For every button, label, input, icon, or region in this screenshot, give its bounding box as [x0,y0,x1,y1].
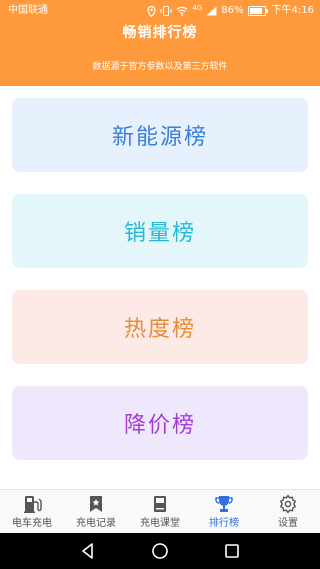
carrier-label: 中国联通 [8,5,48,16]
ev-charger-icon [24,496,42,513]
location-icon [147,5,157,17]
bookmark-star-icon [90,496,102,512]
tab-ev-charging[interactable]: 电车充电 [0,490,64,534]
book-icon [154,496,166,512]
tab-settings[interactable]: 设置 [256,490,320,534]
signal-icon [206,6,217,16]
wifi-icon [176,6,188,16]
new-energy-ranking-card[interactable]: 新能源榜 [12,98,308,172]
network-type-label: 4G [192,4,203,12]
card-label: 销量榜 [123,221,196,246]
gear-icon [280,494,296,514]
card-label: 新能源榜 [111,125,208,150]
sales-ranking-card[interactable]: 销量榜 [12,194,308,268]
bottom-tab-bar: 电车充电 充电记录 充电课堂 排行榜 设置 [0,489,320,534]
battery-fill [249,8,262,14]
vibrate-icon [160,6,172,16]
home-icon[interactable] [150,541,170,561]
card-label: 降价榜 [123,413,196,438]
popularity-ranking-card[interactable]: 热度榜 [12,290,308,364]
back-icon[interactable] [78,541,98,561]
tab-label: 充电记录 [76,518,116,529]
page-title: 畅销排行榜 [122,25,198,41]
card-label: 热度榜 [123,317,196,342]
tab-ranking[interactable]: 排行榜 [192,490,256,534]
status-bar: 中国联通 4G 86% 下午4:16 [0,0,320,22]
clock: 下午4:16 [271,5,314,16]
tab-label: 排行榜 [209,518,239,529]
tab-charging-records[interactable]: 充电记录 [64,490,128,534]
page-subtitle: 数据源于官方参数以及第三方软件 [92,62,228,72]
battery-percent: 86% [221,5,244,16]
tab-charging-class[interactable]: 充电课堂 [128,490,192,534]
price-drop-ranking-card[interactable]: 降价榜 [12,386,308,460]
battery-icon [247,6,268,16]
tab-label: 电车充电 [12,518,52,529]
trophy-icon [215,496,233,512]
tab-label: 充电课堂 [140,518,180,529]
system-nav-bar [0,533,320,569]
recents-icon[interactable] [222,541,242,561]
header: 中国联通 4G 86% 下午4:16 畅销排行榜 数据源于官方参数以及第三方软件 [0,0,320,86]
tab-label: 设置 [278,518,298,529]
